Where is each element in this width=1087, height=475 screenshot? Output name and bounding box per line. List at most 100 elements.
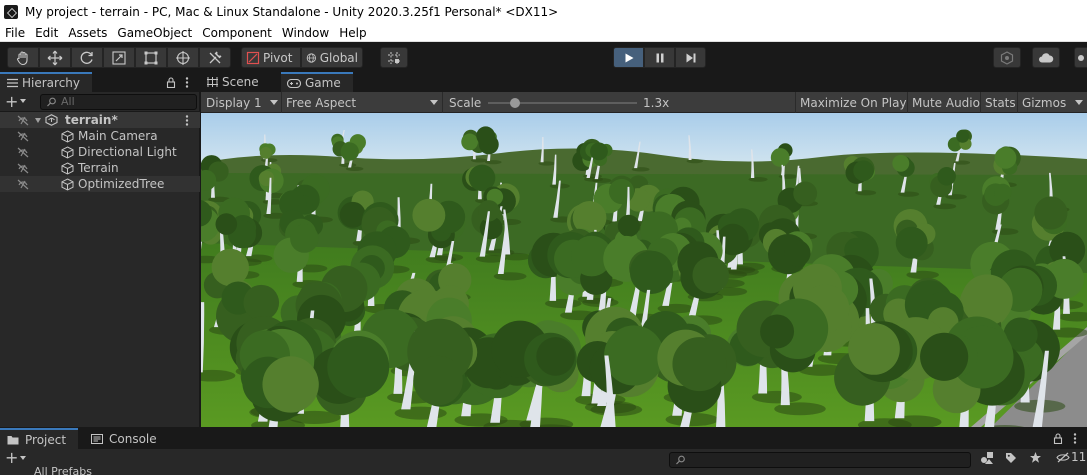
rotate-tool-button[interactable]	[71, 47, 103, 68]
favorite-star-icon[interactable]	[1029, 451, 1042, 464]
scene-menu-icon[interactable]	[185, 115, 189, 126]
hierarchy-search-input[interactable]: All	[40, 94, 197, 110]
tab-scene[interactable]: Scene	[201, 72, 279, 92]
hierarchy-item-directional-light[interactable]: Directional Light	[0, 144, 200, 160]
scale-value-text: 1.3x	[643, 95, 670, 110]
unity-scene-icon	[45, 114, 58, 126]
visibility-hidden-icon[interactable]	[17, 163, 29, 174]
pause-button[interactable]	[644, 47, 675, 68]
pivot-button[interactable]: Pivot	[241, 47, 301, 68]
lock-icon[interactable]	[1053, 433, 1063, 444]
label-tag-icon[interactable]	[1005, 452, 1017, 464]
collab-button[interactable]	[993, 47, 1021, 68]
cloud-icon	[1039, 52, 1054, 62]
move-tool-button[interactable]	[39, 47, 71, 68]
menu-file[interactable]: File	[0, 24, 30, 42]
rotate-icon	[80, 51, 93, 64]
maximize-label: Maximize On Play	[800, 95, 907, 110]
game-view-toolbar: Display 1 Free Aspect Scale 1.3x Maximiz…	[201, 92, 1087, 113]
account-button[interactable]	[1074, 47, 1087, 68]
wrench-icon	[209, 51, 222, 63]
filter-by-type-icon[interactable]	[980, 451, 994, 465]
transform-tool-button[interactable]	[167, 47, 199, 68]
console-icon	[91, 433, 103, 444]
panel-menu-icon[interactable]	[185, 77, 189, 88]
hierarchy-tabbar: Hierarchy	[0, 72, 200, 92]
play-button[interactable]	[613, 47, 644, 68]
stats-button[interactable]: Stats	[985, 92, 1016, 113]
hierarchy-item-terrain[interactable]: Terrain	[0, 160, 200, 176]
scale-slider[interactable]	[488, 98, 637, 108]
scale-slider-thumb[interactable]	[509, 98, 520, 108]
tab-project[interactable]: Project	[0, 428, 78, 449]
aspect-label: Free Aspect	[286, 95, 357, 110]
custom-tool-button[interactable]	[199, 47, 231, 68]
mute-audio-button[interactable]: Mute Audio	[912, 92, 980, 113]
menu-window[interactable]: Window	[277, 24, 334, 42]
snap-group	[380, 47, 408, 68]
collab-icon	[1000, 50, 1014, 65]
create-dropdown-icon[interactable]	[20, 456, 26, 460]
panel-menu-icon[interactable]	[1073, 433, 1077, 444]
gizmos-button[interactable]: Gizmos	[1022, 92, 1066, 113]
aspect-dropdown[interactable]: Free Aspect	[286, 92, 441, 113]
maximize-on-play-button[interactable]: Maximize On Play	[800, 92, 907, 113]
visibility-hidden-icon[interactable]	[17, 115, 29, 126]
grid-snap-button[interactable]	[380, 47, 408, 68]
create-plus-icon[interactable]: +	[5, 448, 18, 468]
pivot-toggles: Pivot Global	[241, 47, 363, 68]
search-icon	[676, 455, 685, 465]
expand-arrow-icon[interactable]	[35, 118, 41, 123]
scene-row[interactable]: terrain*	[0, 112, 200, 128]
hand-tool-button[interactable]	[7, 47, 39, 68]
create-plus-icon[interactable]: +	[5, 92, 18, 112]
globe-icon	[306, 52, 316, 63]
all-prefabs-label[interactable]: All Prefabs	[34, 465, 92, 475]
gameobject-cube-icon	[61, 130, 74, 143]
menu-gameobject[interactable]: GameObject	[112, 24, 197, 42]
visibility-hidden-icon[interactable]	[17, 179, 29, 190]
game-viewport[interactable]	[201, 113, 1087, 427]
divider	[980, 92, 981, 113]
tab-console[interactable]: Console	[84, 428, 164, 449]
pivot-icon	[246, 51, 260, 64]
account-icon	[1078, 54, 1084, 61]
search-icon	[47, 97, 56, 107]
menu-component[interactable]: Component	[197, 24, 277, 42]
project-search-input[interactable]	[669, 452, 971, 468]
gizmos-label: Gizmos	[1022, 95, 1067, 110]
display-dropdown[interactable]: Display 1	[206, 92, 281, 113]
rect-tool-button[interactable]	[135, 47, 167, 68]
hierarchy-item-optimized-tree[interactable]: OptimizedTree	[0, 176, 200, 192]
scale-tool-button[interactable]	[103, 47, 135, 68]
create-dropdown-icon[interactable]	[20, 99, 26, 103]
menu-help[interactable]: Help	[334, 24, 371, 42]
tab-console-label: Console	[109, 431, 157, 446]
divider	[1017, 92, 1018, 113]
step-button[interactable]	[675, 47, 706, 68]
pivot-label: Pivot	[263, 50, 293, 65]
visibility-hidden-icon[interactable]	[17, 131, 29, 142]
visibility-hidden-icon[interactable]	[17, 147, 29, 158]
grid-snap-icon	[388, 51, 400, 64]
play-icon	[625, 53, 633, 62]
global-button[interactable]: Global	[301, 47, 363, 68]
lock-icon[interactable]	[166, 77, 176, 88]
cloud-button[interactable]	[1032, 47, 1060, 68]
hierarchy-item-main-camera[interactable]: Main Camera	[0, 128, 200, 144]
gameobject-cube-icon	[61, 146, 74, 159]
menu-edit[interactable]: Edit	[30, 24, 63, 42]
transform-tools	[7, 47, 231, 68]
hierarchy-item-label: Main Camera	[78, 129, 158, 143]
rect-tool-icon	[144, 51, 158, 64]
divider	[795, 92, 796, 113]
gizmos-dropdown-icon[interactable]	[1075, 100, 1083, 105]
gameobject-cube-icon	[61, 178, 74, 191]
menu-assets[interactable]: Assets	[63, 24, 112, 42]
hidden-packages-icon[interactable]	[1056, 452, 1070, 463]
scale-label-text: Scale	[449, 95, 482, 110]
divider	[281, 92, 282, 113]
divider	[442, 92, 443, 113]
tab-game[interactable]: Game	[281, 72, 353, 92]
hierarchy-tab[interactable]: Hierarchy	[0, 72, 92, 92]
